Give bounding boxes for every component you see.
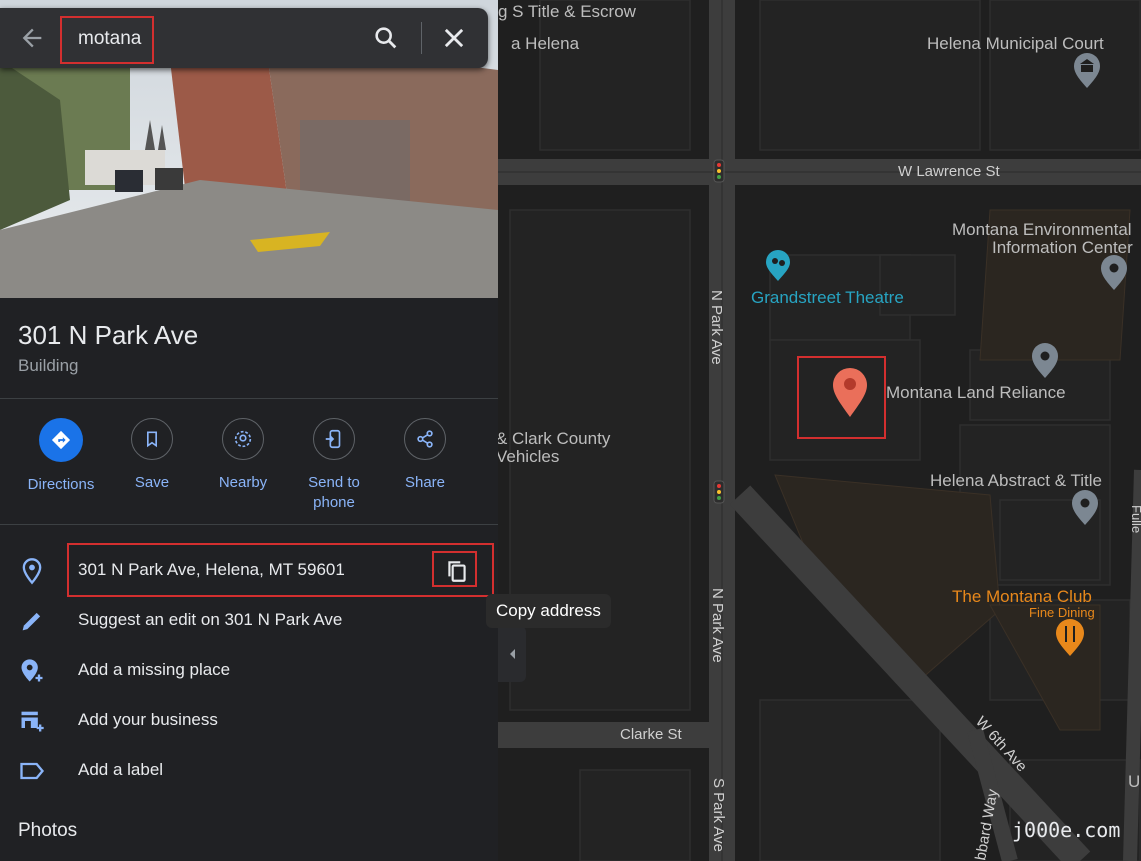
pin-highlight-box (797, 356, 886, 439)
poi-label-municipal-court[interactable]: Helena Municipal Court (927, 34, 1104, 53)
poi-label-county[interactable]: & Clark County (496, 429, 611, 448)
suggest-edit-row[interactable]: Suggest an edit on 301 N Park Ave (0, 600, 498, 640)
add-business-row[interactable]: Add your business (0, 700, 498, 740)
add-business-text: Add your business (78, 710, 218, 729)
poi-label-county[interactable]: Vehicles (496, 447, 559, 466)
copy-address-tooltip: Copy address (486, 594, 611, 628)
street-label-n-park: N Park Ave (708, 290, 725, 365)
divider (0, 398, 498, 399)
send-to-phone-button[interactable]: Send to phone (289, 418, 379, 513)
poi-label-land-reliance[interactable]: Montana Land Reliance (886, 383, 1066, 402)
suggest-edit-text: Suggest an edit on 301 N Park Ave (78, 610, 343, 629)
share-button[interactable]: Share (380, 418, 470, 493)
poi-label-env-info[interactable]: Information Center (992, 238, 1133, 257)
add-label-text: Add a label (78, 760, 164, 779)
search-bar: motana (0, 8, 488, 68)
save-button[interactable]: Save (107, 418, 197, 493)
search-divider (421, 22, 422, 54)
save-label: Save (134, 474, 170, 491)
add-label-row[interactable]: Add a label (0, 750, 498, 790)
directions-label: Directions (27, 476, 95, 493)
send-to-phone-label: Send to phone (308, 474, 360, 511)
address-highlight-box (67, 543, 494, 597)
add-business-icon (21, 711, 44, 732)
add-location-icon (21, 659, 43, 682)
add-missing-place-row[interactable]: Add a missing place (0, 650, 498, 690)
location-pin-icon (22, 558, 42, 585)
place-title: 301 N Park Ave (18, 320, 199, 350)
place-details-panel: motana 301 N Park Ave Building Direction… (0, 0, 498, 861)
copy-icon[interactable] (444, 558, 470, 584)
street-label-s-park: S Park Ave (710, 778, 727, 852)
street-label-n-park: N Park Ave (709, 588, 726, 663)
back-arrow-icon[interactable] (18, 24, 46, 52)
label-icon (20, 762, 45, 780)
bookmark-icon (147, 431, 157, 448)
photos-heading: Photos (18, 820, 78, 841)
nearby-button[interactable]: Nearby (198, 418, 288, 493)
search-input[interactable]: motana (78, 28, 141, 50)
poi-label[interactable]: g S Title & Escrow (498, 2, 637, 21)
watermark: j000e.com (1012, 818, 1121, 842)
share-icon (417, 430, 433, 448)
poi-label-montana-club[interactable]: The Montana Club (952, 587, 1092, 606)
close-icon[interactable] (440, 24, 468, 52)
nearby-icon (234, 430, 252, 448)
directions-button[interactable]: Directions (16, 418, 106, 495)
street-label-w-lawrence: W Lawrence St (898, 163, 1001, 180)
add-missing-place-text: Add a missing place (78, 660, 231, 679)
phone-icon (325, 429, 341, 449)
street-label-fuller: Fulle (1129, 505, 1141, 533)
nearby-label: Nearby (218, 474, 268, 491)
divider (0, 524, 498, 525)
search-icon[interactable] (372, 24, 400, 52)
place-category: Building (18, 356, 79, 375)
poi-label-grandstreet[interactable]: Grandstreet Theatre (751, 288, 904, 307)
poi-label-env-info[interactable]: Montana Environmental (952, 220, 1132, 239)
share-label: Share (404, 474, 446, 491)
directions-icon (51, 430, 71, 450)
poi-label-abstract-title[interactable]: Helena Abstract & Title (930, 471, 1102, 490)
chevron-left-icon (510, 649, 515, 659)
traffic-light-icon (713, 480, 725, 504)
pencil-icon (22, 612, 41, 631)
street-label-clarke: Clarke St (620, 726, 683, 743)
poi-label-edge: U (1128, 772, 1140, 791)
poi-label[interactable]: a Helena (511, 34, 580, 53)
traffic-light-icon (713, 159, 725, 183)
collapse-panel-button[interactable] (498, 626, 526, 682)
poi-label-fine-dining: Fine Dining (1029, 605, 1095, 620)
